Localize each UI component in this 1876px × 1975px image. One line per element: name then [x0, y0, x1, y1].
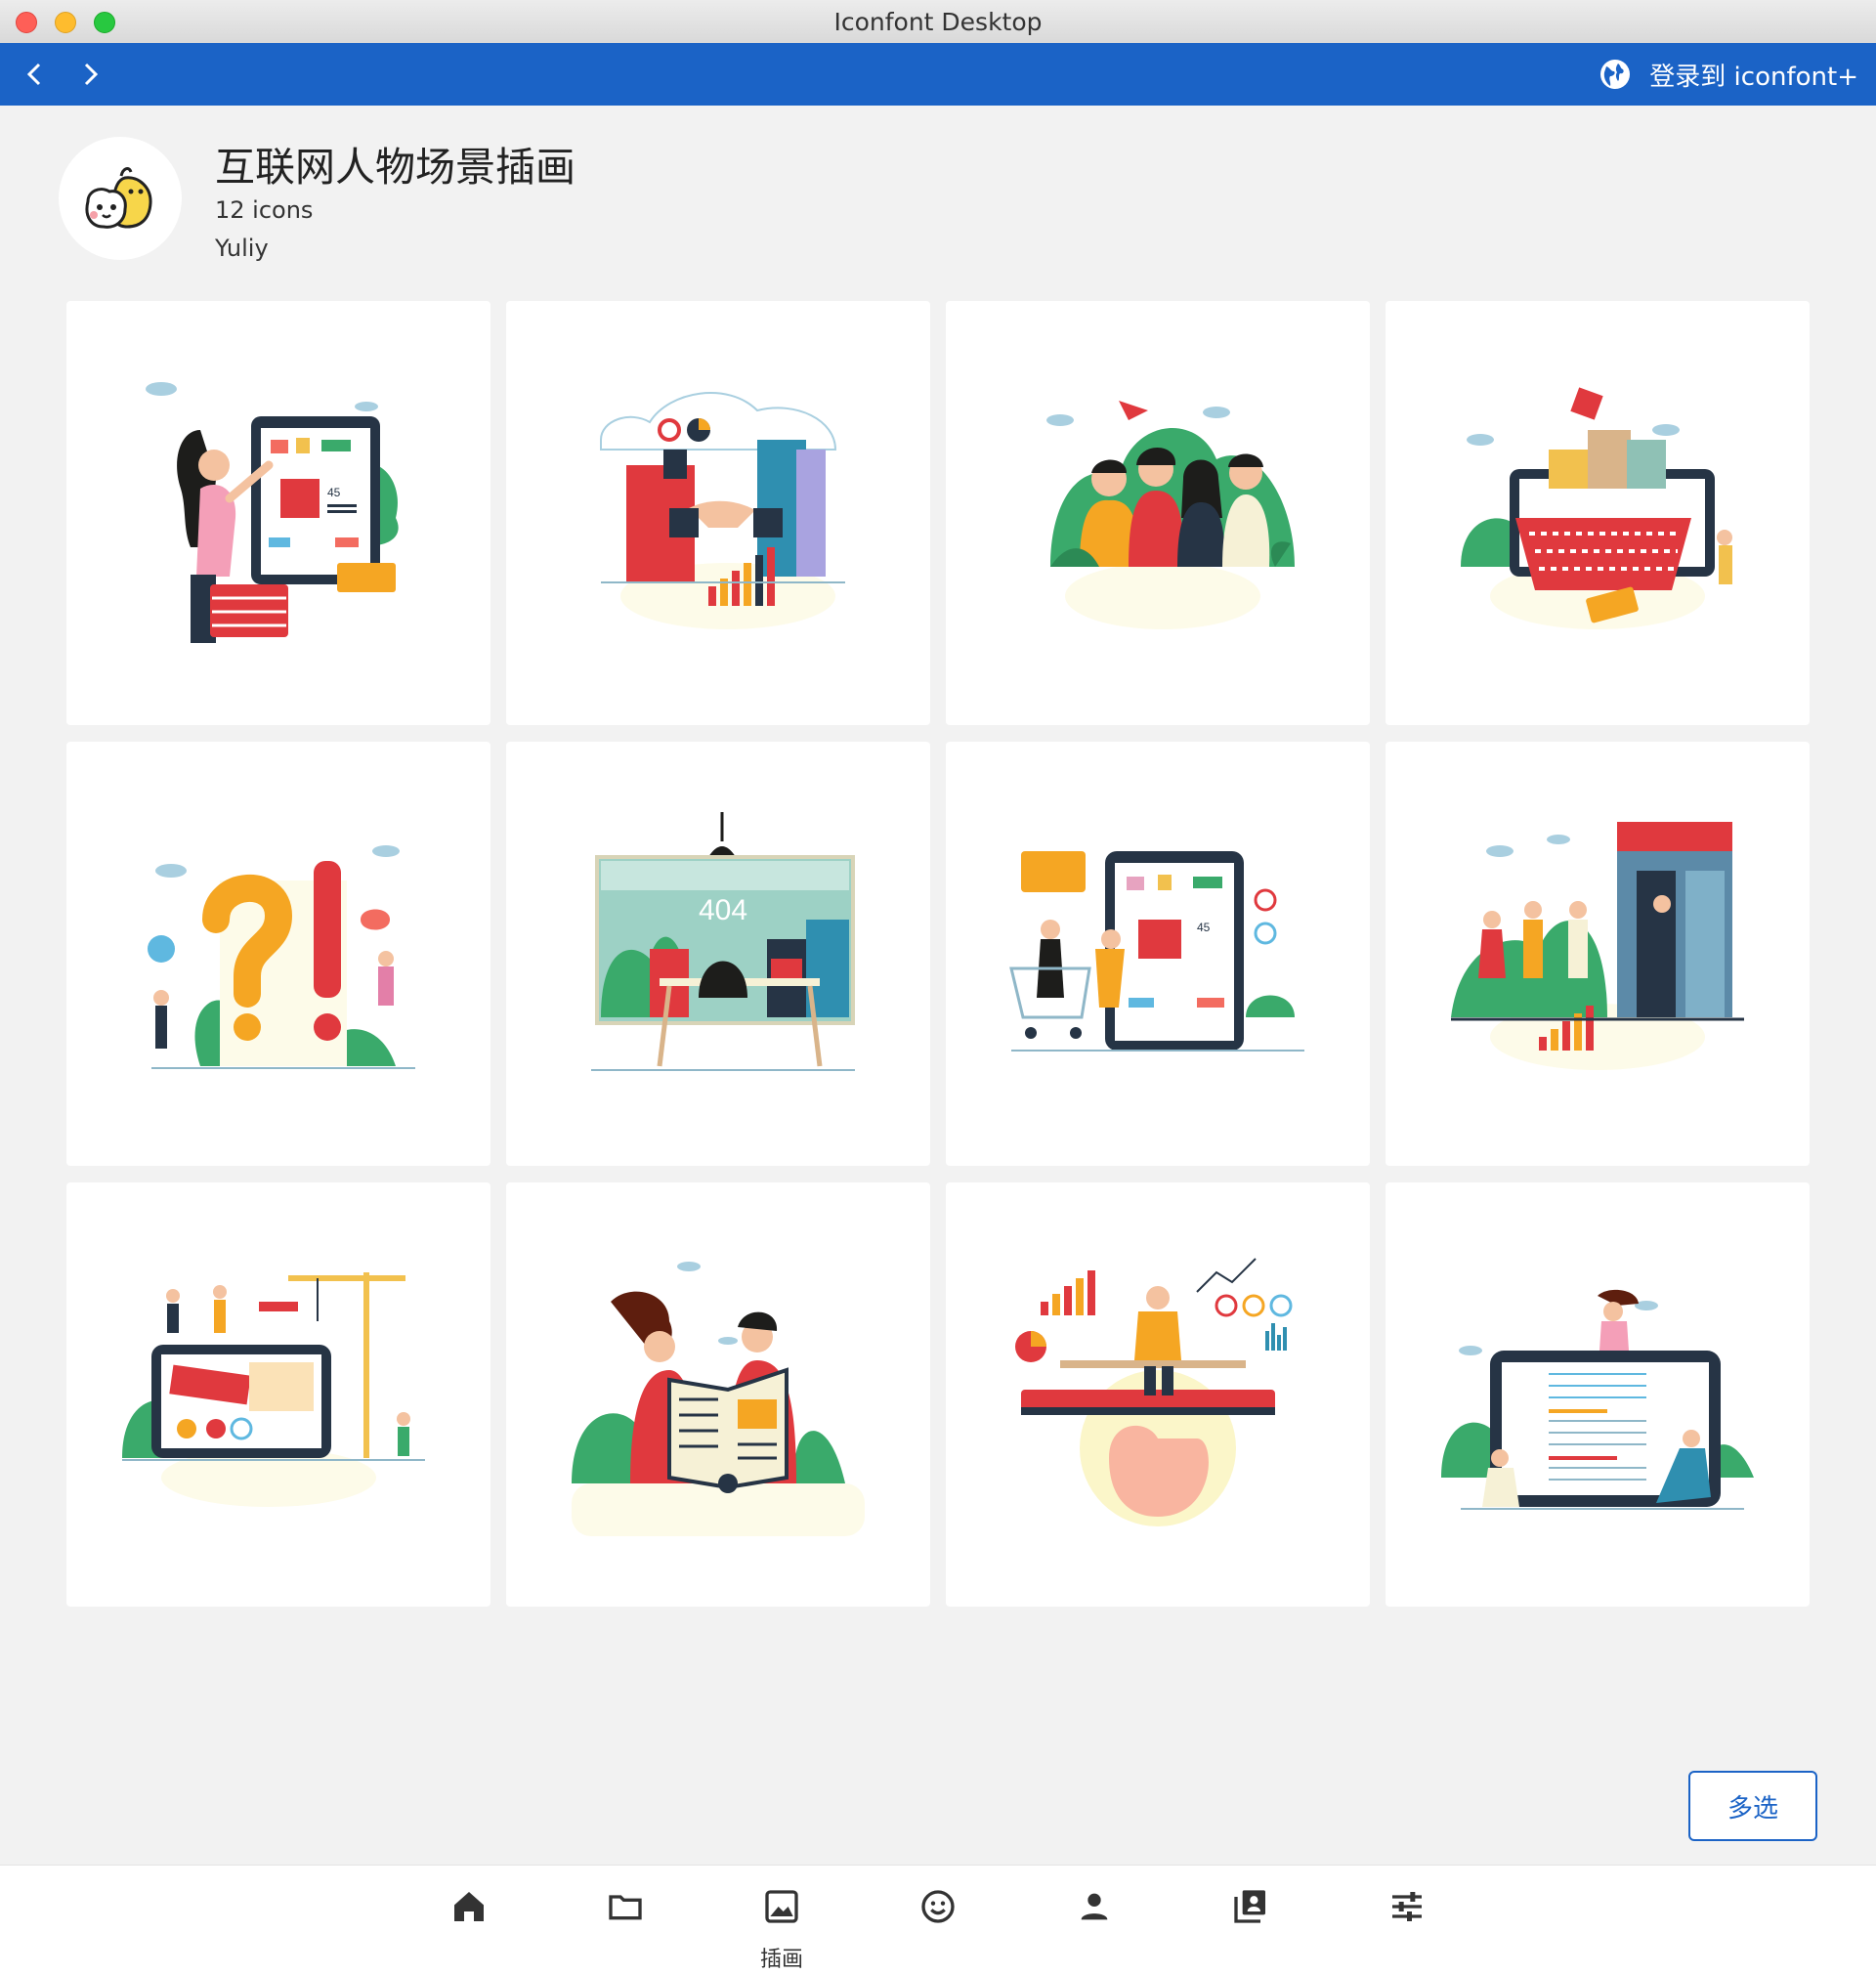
handshake-illustration — [600, 392, 845, 629]
image-icon — [765, 1890, 798, 1923]
login-label: 登录到 iconfont+ — [1649, 62, 1858, 92]
illustration-grid: 45 404 45 — [66, 301, 1811, 1607]
bottom-navigation: 插画 — [0, 1865, 1876, 1975]
team-illustration — [1046, 401, 1295, 629]
library-title: 互联网人物场景插画 — [215, 144, 576, 191]
home-icon — [454, 1892, 484, 1921]
collection-icon — [1234, 1890, 1265, 1923]
illustration-card-data-analysis-hand[interactable] — [946, 1182, 1370, 1607]
shop-door-illustration — [1451, 822, 1744, 1070]
person-icon — [1081, 1893, 1108, 1920]
login-button[interactable]: 登录到 iconfont+ — [1599, 57, 1858, 92]
forward-button[interactable] — [72, 57, 107, 92]
illustration-card-shop-door-queue[interactable] — [1386, 742, 1810, 1166]
chick-mascot-icon — [85, 167, 152, 229]
error-404-illustration: 404 — [591, 812, 855, 1071]
newspaper-illustration — [572, 1262, 865, 1536]
settings-sliders-icon — [1392, 1892, 1422, 1921]
chevron-right-icon — [84, 63, 99, 86]
folder-icon — [609, 1895, 642, 1920]
question-exclamation-illustration — [148, 845, 415, 1069]
illustration-card-mobile-shopping-cart[interactable]: 45 — [946, 742, 1370, 1166]
illustration-card-website-construction-crane[interactable] — [66, 1182, 490, 1607]
shopping-basket-illustration — [1461, 387, 1732, 629]
illustration-card-business-handshake-city[interactable] — [506, 301, 930, 725]
svg-text:45: 45 — [1197, 921, 1211, 934]
illustration-card-question-exclamation[interactable] — [66, 742, 490, 1166]
nav-collections[interactable] — [1212, 1883, 1290, 1961]
nav-illustrations-label: 插画 — [759, 1948, 803, 1972]
illustration-card-tablet-reading-people[interactable] — [1386, 1182, 1810, 1607]
illustration-card-team-group-portrait[interactable] — [946, 301, 1370, 725]
tablet-reading-illustration — [1441, 1289, 1754, 1510]
mobile-shopping-illustration: 45 — [1009, 851, 1304, 1052]
window-title: Iconfont Desktop — [833, 8, 1043, 36]
svg-text:404: 404 — [699, 894, 747, 926]
library-icon-count: 12 icons — [215, 196, 314, 224]
top-toolbar: 登录到 iconfont+ — [0, 43, 1876, 106]
svg-text:45: 45 — [327, 486, 341, 499]
illustration-card-couple-reading-newspaper[interactable] — [506, 1182, 930, 1607]
illustration-card-shopping-basket-boxes[interactable] — [1386, 301, 1810, 725]
library-avatar — [59, 137, 182, 260]
back-button[interactable] — [18, 57, 53, 92]
nav-settings[interactable] — [1368, 1883, 1446, 1961]
multi-select-button[interactable]: 多选 — [1688, 1771, 1817, 1841]
data-analysis-illustration — [1015, 1258, 1293, 1526]
window-titlebar: Iconfont Desktop — [0, 0, 1876, 44]
chevron-left-icon — [26, 63, 41, 86]
globe-icon — [1600, 60, 1631, 89]
emoji-icon — [921, 1890, 955, 1923]
nav-folder[interactable] — [586, 1883, 664, 1961]
illustration-card-online-shopping-woman-basket[interactable]: 45 — [66, 301, 490, 725]
nav-home[interactable] — [430, 1883, 508, 1961]
nav-emoji[interactable] — [899, 1883, 977, 1961]
library-author: Yuliy — [215, 235, 269, 262]
construction-illustration — [122, 1272, 425, 1507]
nav-illustrations[interactable]: 插画 — [743, 1883, 821, 1972]
online-shopping-illustration: 45 — [146, 382, 399, 643]
nav-profile[interactable] — [1055, 1883, 1133, 1961]
illustration-card-error-404-desk[interactable]: 404 — [506, 742, 930, 1166]
